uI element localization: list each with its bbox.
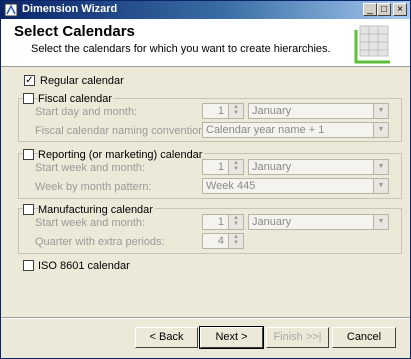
manufacturing-start-week-spinner[interactable]: 1 ▲ ▼ xyxy=(202,214,244,230)
dimension-wizard-window: Dimension Wizard _ □ × Select Calendars … xyxy=(0,0,411,359)
page-subtitle: Select the calendars for which you want … xyxy=(31,43,331,55)
maximize-button[interactable]: □ xyxy=(377,3,391,16)
close-icon: × xyxy=(397,4,403,15)
manufacturing-start-month-value: January xyxy=(252,216,292,228)
spin-down-icon: ▼ xyxy=(233,110,239,116)
maximize-icon: □ xyxy=(380,4,388,15)
page-title: Select Calendars xyxy=(14,23,135,40)
reporting-start-week-value: 1 xyxy=(217,161,224,173)
reporting-calendar-label: Reporting (or marketing) calendar xyxy=(38,149,205,161)
reporting-start-week-spinner[interactable]: 1 ▲ ▼ xyxy=(202,159,244,175)
wizard-app-icon xyxy=(4,3,18,17)
iso-calendar-checkbox[interactable] xyxy=(23,260,34,271)
manufacturing-start-month-dropdown[interactable]: January ▼ xyxy=(248,214,389,230)
chevron-down-icon: ▼ xyxy=(373,215,388,229)
calendar-grid-icon xyxy=(354,25,390,64)
fiscal-naming-value: Calendar year name + 1 xyxy=(206,124,325,136)
manufacturing-quarter-value: 4 xyxy=(217,235,224,247)
finish-button[interactable]: Finish >>| xyxy=(266,327,329,348)
fiscal-calendar-checkbox[interactable] xyxy=(23,93,34,104)
reporting-pattern-dropdown[interactable]: Week 445 ▼ xyxy=(202,178,389,194)
reporting-start-month-dropdown[interactable]: January ▼ xyxy=(248,159,389,175)
manufacturing-start-label: Start week and month: xyxy=(35,217,146,229)
footer-divider-highlight xyxy=(1,318,410,319)
manufacturing-quarter-label: Quarter with extra periods: xyxy=(35,236,165,248)
regular-calendar-checkbox[interactable]: ✓ xyxy=(24,75,35,86)
manufacturing-quarter-spinner[interactable]: 4 ▲ ▼ xyxy=(202,233,244,249)
reporting-pattern-label: Week by month pattern: xyxy=(35,181,152,193)
close-button[interactable]: × xyxy=(393,3,407,16)
manufacturing-calendar-checkbox[interactable] xyxy=(23,204,34,215)
reporting-start-month-value: January xyxy=(252,161,292,173)
chevron-down-icon: ▼ xyxy=(373,123,388,137)
chevron-down-icon: ▼ xyxy=(373,104,388,118)
chevron-down-icon: ▼ xyxy=(373,160,388,174)
spinner-arrows: ▲ ▼ xyxy=(228,104,243,118)
minimize-icon: _ xyxy=(367,4,373,15)
fiscal-start-day-spinner[interactable]: 1 ▲ ▼ xyxy=(202,103,244,119)
manufacturing-start-week-value: 1 xyxy=(217,216,224,228)
fiscal-start-month-dropdown[interactable]: January ▼ xyxy=(248,103,389,119)
regular-calendar-label: Regular calendar xyxy=(40,75,124,87)
fiscal-naming-dropdown[interactable]: Calendar year name + 1 ▼ xyxy=(202,122,389,138)
fiscal-naming-label: Fiscal calendar naming convention: xyxy=(35,125,208,137)
manufacturing-calendar-label: Manufacturing calendar xyxy=(38,204,155,216)
fiscal-calendar-label: Fiscal calendar xyxy=(38,93,114,105)
fiscal-start-day-value: 1 xyxy=(217,105,224,117)
fiscal-start-month-value: January xyxy=(252,105,292,117)
reporting-pattern-value: Week 445 xyxy=(206,180,256,192)
spin-down-icon: ▼ xyxy=(233,221,239,227)
title-bar: Dimension Wizard _ □ × xyxy=(1,1,410,19)
iso-calendar-label: ISO 8601 calendar xyxy=(38,260,130,272)
next-button[interactable]: Next > xyxy=(199,326,264,349)
back-button[interactable]: < Back xyxy=(135,327,198,348)
spinner-arrows: ▲ ▼ xyxy=(228,215,243,229)
spin-down-icon: ▼ xyxy=(233,166,239,172)
window-title: Dimension Wizard xyxy=(22,3,118,15)
spin-down-icon: ▼ xyxy=(233,240,239,246)
cancel-button[interactable]: Cancel xyxy=(332,327,396,348)
minimize-button[interactable]: _ xyxy=(363,3,377,16)
reporting-calendar-checkbox[interactable] xyxy=(23,149,34,160)
chevron-down-icon: ▼ xyxy=(373,179,388,193)
fiscal-start-label: Start day and month: xyxy=(35,106,138,118)
reporting-start-label: Start week and month: xyxy=(35,162,146,174)
spinner-arrows: ▲ ▼ xyxy=(228,234,243,248)
spinner-arrows: ▲ ▼ xyxy=(228,160,243,174)
wizard-header: Select Calendars Select the calendars fo… xyxy=(1,19,410,67)
